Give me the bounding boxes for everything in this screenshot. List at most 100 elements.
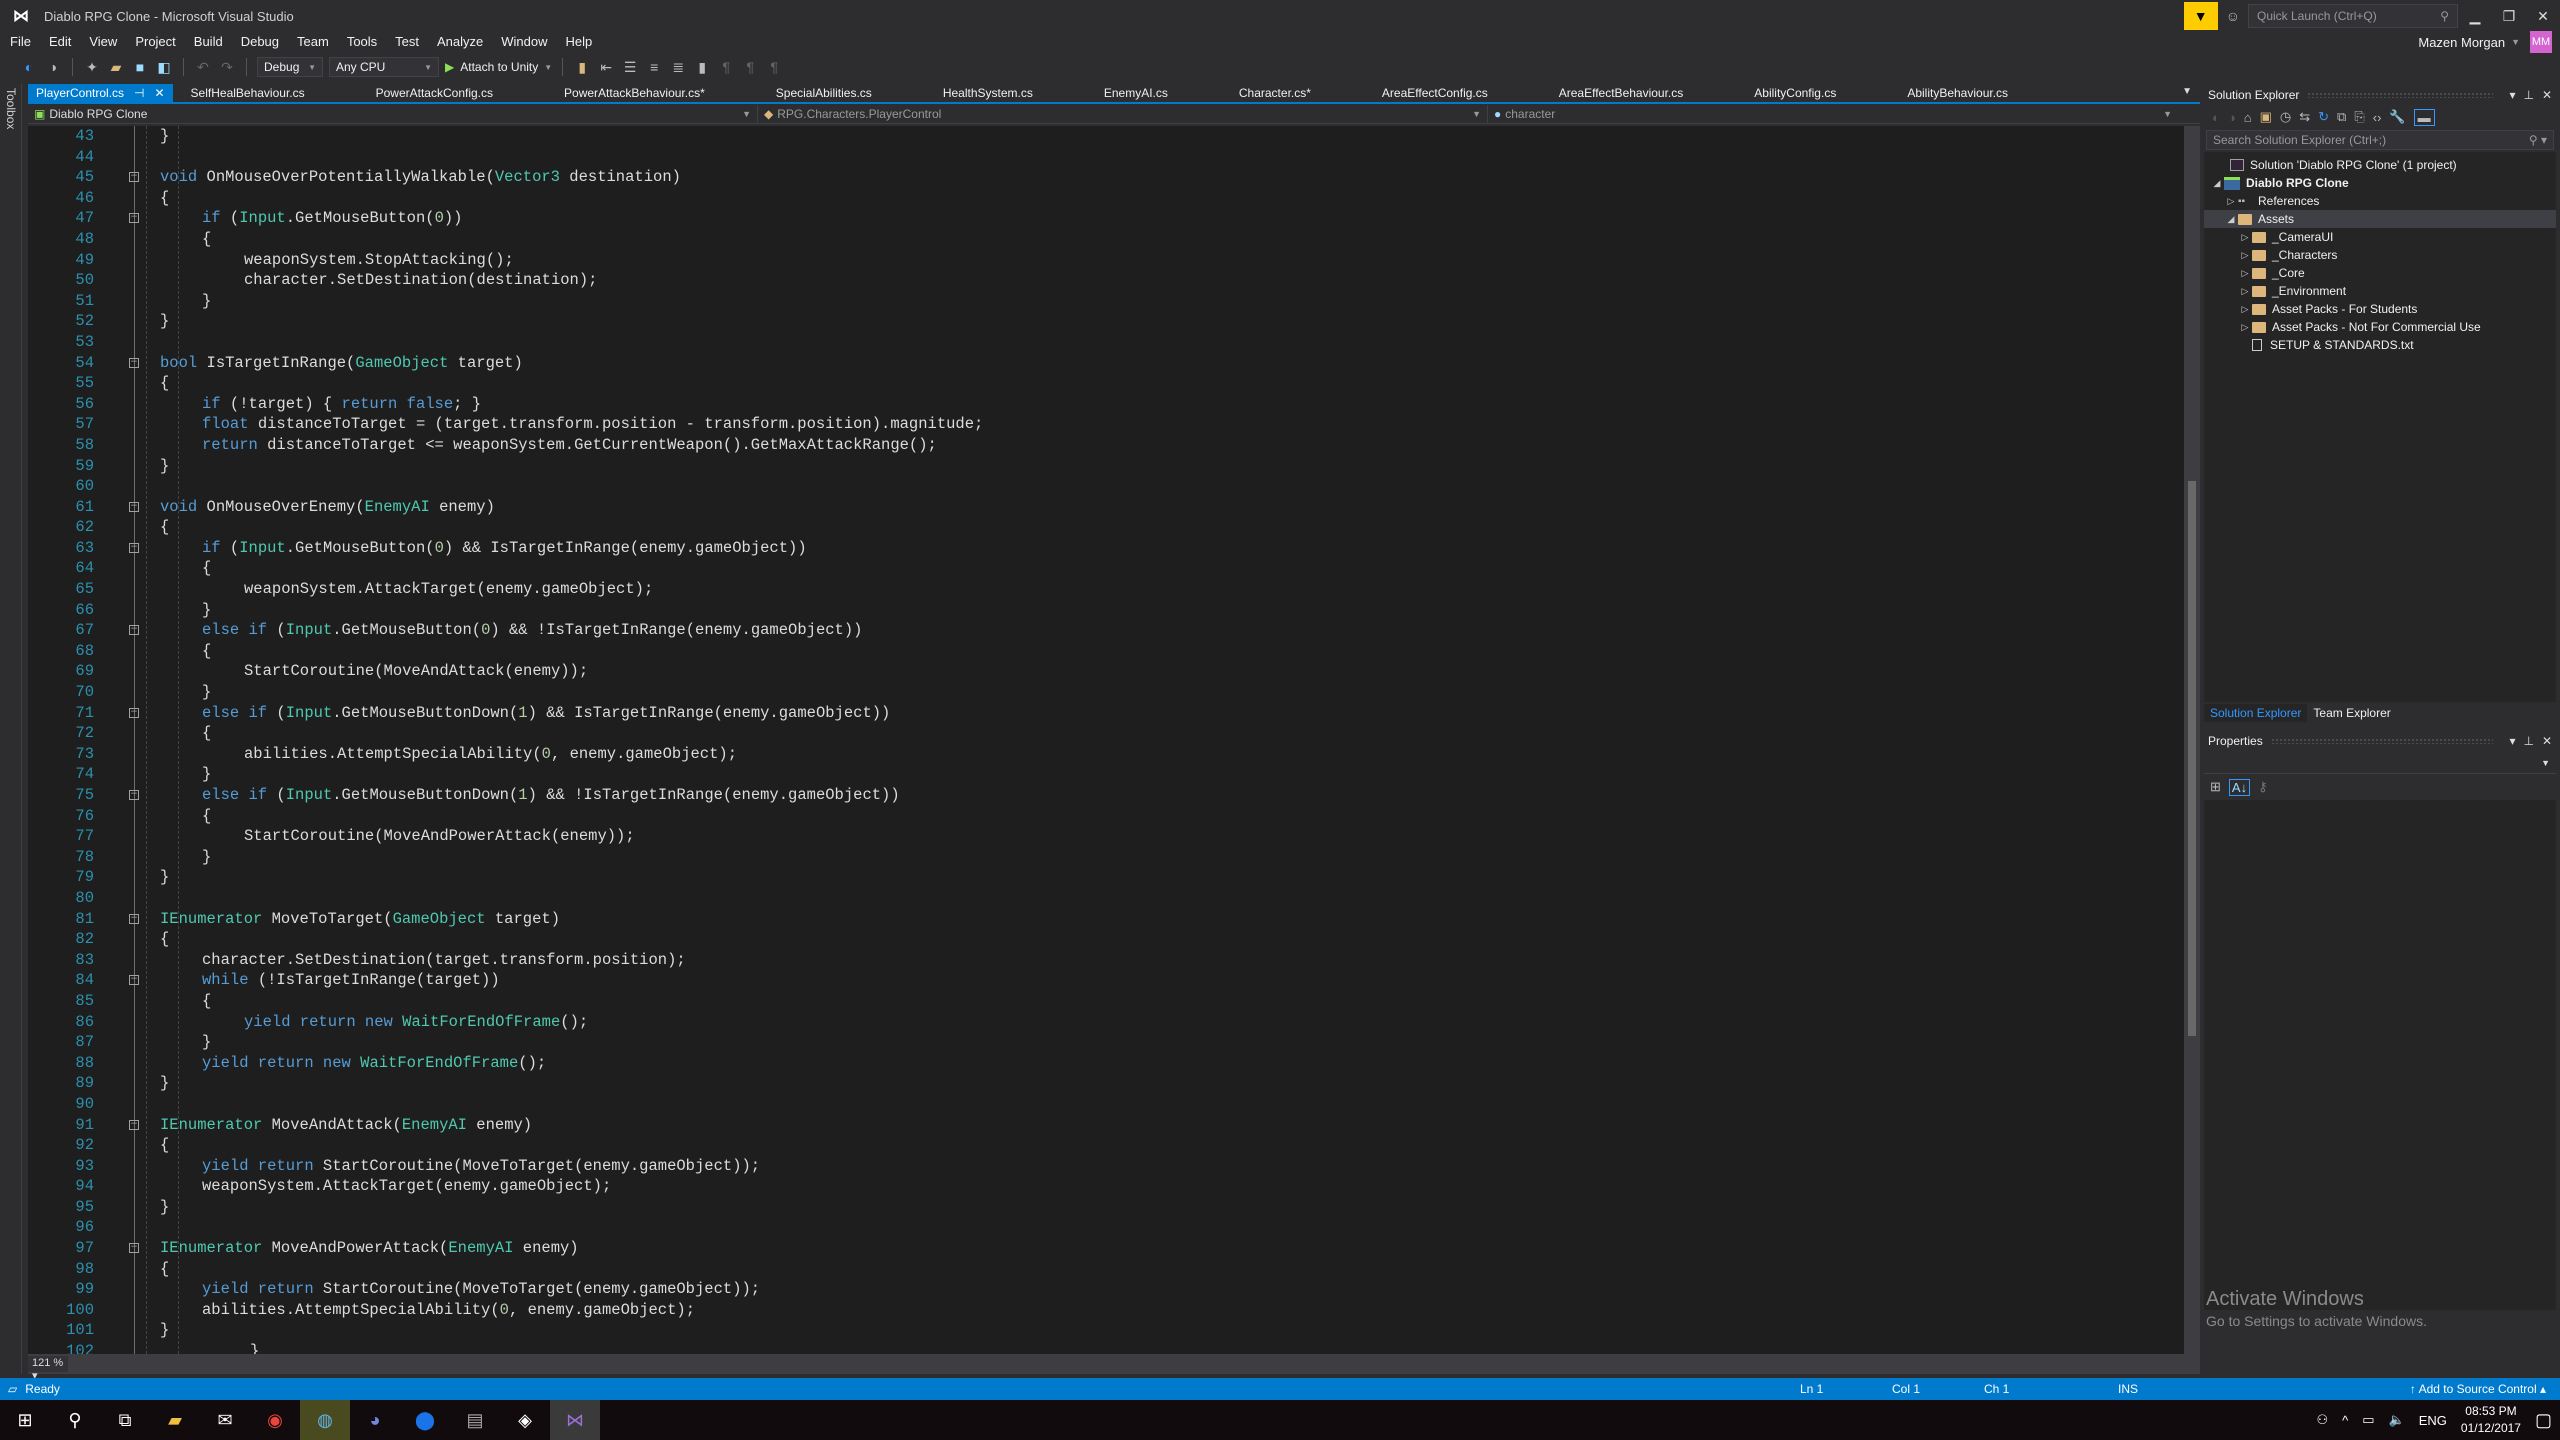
next-bookmark-icon[interactable]: ¶ xyxy=(741,59,759,75)
collapse-icon[interactable]: − xyxy=(129,913,139,924)
list-icon[interactable]: ☰ xyxy=(621,59,639,76)
collapsed-arrow-icon[interactable]: ▷ xyxy=(2224,196,2238,207)
collapsed-arrow-icon[interactable]: ▷ xyxy=(2238,304,2252,315)
show-all-files-icon[interactable]: ⎘ xyxy=(2354,109,2364,125)
expanded-arrow-icon[interactable]: ◢ xyxy=(2210,178,2224,189)
close-icon[interactable]: ✕ xyxy=(2542,734,2552,748)
tab-specialabilities-cs[interactable]: SpecialAbilities.cs xyxy=(768,84,880,102)
tree-item[interactable]: ▷ _Environment xyxy=(2204,282,2556,300)
uplay-icon[interactable]: ◍ xyxy=(300,1400,350,1440)
new-project-icon[interactable]: ✦ xyxy=(83,59,101,76)
window-position-icon[interactable]: ▾ xyxy=(2509,88,2515,102)
user-account[interactable]: Mazen Morgan ▼ MM xyxy=(2418,30,2552,54)
mail-icon[interactable]: ✉ xyxy=(200,1400,250,1440)
collapse-icon[interactable]: − xyxy=(129,213,139,224)
collapsed-arrow-icon[interactable]: ▷ xyxy=(2238,232,2252,243)
menu-tools[interactable]: Tools xyxy=(347,34,377,49)
collapsed-arrow-icon[interactable]: ▷ xyxy=(2238,268,2252,279)
pin-icon[interactable]: ⊥ xyxy=(2523,734,2533,748)
restore-button[interactable]: ❐ xyxy=(2492,8,2526,25)
bookmark-icon[interactable]: ▮ xyxy=(693,59,711,76)
tab-healthsystem-cs[interactable]: HealthSystem.cs xyxy=(935,84,1041,102)
member-dropdown[interactable]: ● character ▼ xyxy=(1488,105,2178,123)
add-to-source-control-button[interactable]: ↑ Add to Source Control ▴ xyxy=(2410,1382,2546,1396)
pin-icon[interactable]: ⊥ xyxy=(2523,88,2533,102)
volume-icon[interactable]: 🔈 xyxy=(2389,1412,2405,1428)
collapse-icon[interactable]: − xyxy=(129,1119,139,1130)
quick-launch-input[interactable]: Quick Launch (Ctrl+Q) ⚲ xyxy=(2248,4,2458,28)
editor-vertical-scrollbar[interactable] xyxy=(2184,126,2200,1354)
toolbox-tab[interactable]: Toolbox xyxy=(4,88,18,129)
class-dropdown[interactable]: ◆ RPG.Characters.PlayerControl ▼ xyxy=(758,104,1488,123)
uncomment-icon[interactable]: ≣ xyxy=(669,59,687,76)
close-window-button[interactable]: ✕ xyxy=(2526,8,2560,25)
view-code-icon[interactable]: ‹› xyxy=(2373,110,2382,125)
notifications-flag-icon[interactable]: ▼ xyxy=(2183,2,2218,30)
redo-icon[interactable]: ↷ xyxy=(218,59,236,76)
alphabetical-icon[interactable]: A↓ xyxy=(2228,778,2251,796)
sync-icon[interactable]: ⇆ xyxy=(2299,109,2310,125)
file-explorer-icon[interactable]: ▰ xyxy=(150,1400,200,1440)
clock[interactable]: 08:53 PM 01/12/2017 xyxy=(2461,1403,2521,1437)
prev-bookmark-icon[interactable]: ¶ xyxy=(717,59,735,75)
task-manager-icon[interactable]: ▤ xyxy=(450,1400,500,1440)
window-position-icon[interactable]: ▾ xyxy=(2509,734,2515,748)
solution-explorer-search-input[interactable]: Search Solution Explorer (Ctrl+;) ⚲ ▾ xyxy=(2206,130,2554,150)
undo-icon[interactable]: ↶ xyxy=(194,59,212,76)
maps-icon[interactable]: ⬤ xyxy=(400,1400,450,1440)
platform-select[interactable]: Any CPU ▼ xyxy=(329,57,439,77)
tree-item[interactable]: ▷ _Characters xyxy=(2204,246,2556,264)
close-tab-icon[interactable]: ✕ xyxy=(154,86,164,100)
collapsed-arrow-icon[interactable]: ▷ xyxy=(2238,250,2252,261)
configuration-select[interactable]: Debug ▼ xyxy=(257,57,323,77)
menu-analyze[interactable]: Analyze xyxy=(437,34,483,49)
menu-window[interactable]: Window xyxy=(501,34,547,49)
toolbox-strip[interactable]: Toolbox xyxy=(0,84,22,1374)
collapse-icon[interactable]: − xyxy=(129,625,139,636)
tab-enemyai-cs[interactable]: EnemyAI.cs xyxy=(1096,84,1176,102)
navigate-back-icon[interactable]: ◐ xyxy=(20,59,38,75)
language-indicator[interactable]: ENG xyxy=(2419,1413,2447,1428)
tree-item[interactable]: ▷ _Core xyxy=(2204,264,2556,282)
tab-team-explorer[interactable]: Team Explorer xyxy=(2307,704,2396,722)
drag-handle[interactable] xyxy=(2270,738,2494,744)
collapse-icon[interactable]: − xyxy=(129,975,139,986)
tab-powerattackbehaviour-cs[interactable]: PowerAttackBehaviour.cs* xyxy=(556,84,713,102)
search-icon[interactable]: ⚲ xyxy=(50,1400,100,1440)
menu-team[interactable]: Team xyxy=(297,34,329,49)
collapsed-arrow-icon[interactable]: ▷ xyxy=(2238,322,2252,333)
collapse-icon[interactable]: − xyxy=(129,501,139,512)
project-dropdown[interactable]: ▣ Diablo RPG Clone ▼ xyxy=(28,104,758,123)
step-icon[interactable]: ⇤ xyxy=(597,59,615,76)
properties-object-select[interactable]: ▼ xyxy=(2204,752,2556,774)
action-center-icon[interactable]: ▢ xyxy=(2535,1410,2552,1431)
refresh-icon[interactable]: ↻ xyxy=(2318,109,2329,125)
tree-item[interactable]: Solution 'Diablo RPG Clone' (1 project) xyxy=(2204,156,2556,174)
tree-item[interactable]: ▷ _CameraUI xyxy=(2204,228,2556,246)
tree-item[interactable]: SETUP & STANDARDS.txt xyxy=(2204,336,2556,354)
forward-icon[interactable]: ◑ xyxy=(2228,110,2236,125)
visual-studio-icon[interactable]: ⋈ xyxy=(550,1400,600,1440)
find-in-files-icon[interactable]: ▮ xyxy=(573,59,591,76)
discord-icon[interactable]: ◕ xyxy=(350,1400,400,1440)
tree-item[interactable]: ▷ ▪▪ References xyxy=(2204,192,2556,210)
tree-item[interactable]: ◢ Assets xyxy=(2204,210,2556,228)
tree-item[interactable]: ◢ Diablo RPG Clone xyxy=(2204,174,2556,192)
tree-item[interactable]: ▷ Asset Packs - Not For Commercial Use xyxy=(2204,318,2556,336)
menu-help[interactable]: Help xyxy=(566,34,593,49)
preview-icon[interactable]: ▬ xyxy=(2413,108,2435,126)
menu-file[interactable]: File xyxy=(10,34,31,49)
tab-character-cs[interactable]: Character.cs* xyxy=(1231,84,1319,102)
menu-view[interactable]: View xyxy=(89,34,117,49)
tab-areaeffectbehaviour-cs[interactable]: AreaEffectBehaviour.cs xyxy=(1551,84,1692,102)
collapse-icon[interactable]: − xyxy=(129,1243,139,1254)
feedback-icon[interactable]: ☺ xyxy=(2226,8,2240,24)
collapse-icon[interactable]: − xyxy=(129,707,139,718)
collapse-icon[interactable]: − xyxy=(129,172,139,183)
start-icon[interactable]: ⊞ xyxy=(0,1400,50,1440)
menu-test[interactable]: Test xyxy=(395,34,419,49)
open-file-icon[interactable]: ▰ xyxy=(107,59,125,76)
chrome-icon[interactable]: ◉ xyxy=(250,1400,300,1440)
show-hidden-icons[interactable]: ^ xyxy=(2342,1413,2348,1428)
tab-playercontrol-cs[interactable]: PlayerControl.cs ⊣ ✕ xyxy=(28,84,173,102)
